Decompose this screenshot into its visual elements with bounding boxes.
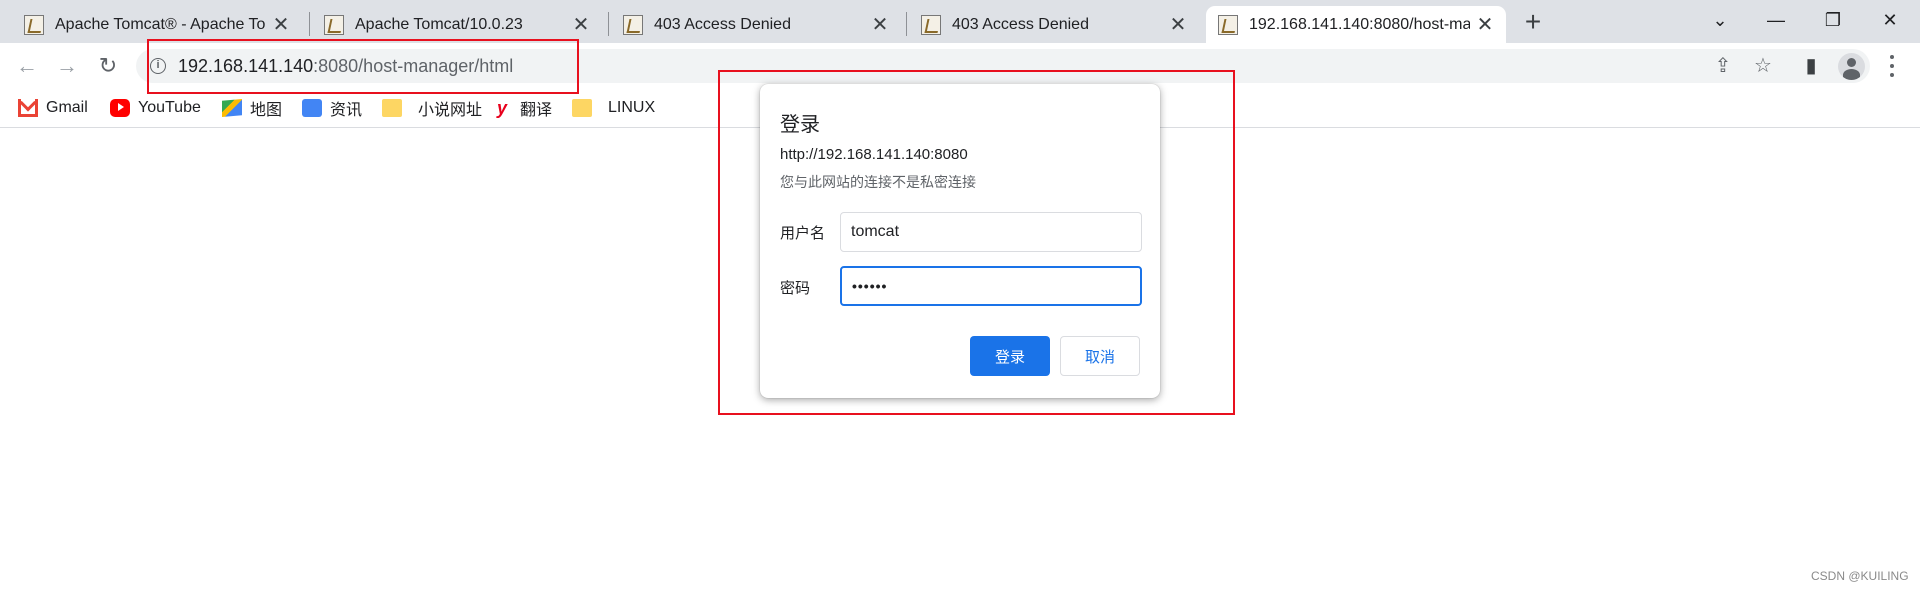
new-tab-button[interactable]: +: [1516, 6, 1550, 40]
bookmark-folder-novels[interactable]: 小说网址: [382, 96, 482, 120]
side-panel-icon[interactable]: ▮: [1798, 53, 1824, 79]
close-tab-icon[interactable]: ✕: [572, 12, 590, 37]
bookmark-label: LINUX: [608, 99, 656, 116]
tab-search-chevron-down-icon[interactable]: ⌄: [1690, 0, 1750, 40]
tomcat-favicon-icon: [324, 14, 344, 35]
bookmark-label: YouTube: [138, 99, 201, 116]
tab-title: 192.168.141.140:8080/host-manager/html: [1249, 15, 1470, 33]
gmail-icon: [18, 99, 38, 117]
bookmark-folder-linux[interactable]: LINUX: [572, 96, 655, 120]
tab-title: 403 Access Denied: [654, 15, 791, 33]
tomcat-favicon-icon: [623, 14, 643, 35]
dialog-highlight-box: [718, 70, 1235, 415]
tab-separator: [309, 12, 310, 36]
tab-title: Apache Tomcat® - Apache Tomcat: [55, 15, 266, 33]
watermark: CSDN @KUILING: [1811, 569, 1909, 583]
bookmark-label: Gmail: [46, 99, 88, 116]
bookmark-maps[interactable]: 地图: [222, 96, 282, 120]
minimize-button[interactable]: —: [1746, 0, 1806, 40]
bookmark-youtube[interactable]: YouTube: [110, 96, 201, 120]
tab-strip: Apache Tomcat® - Apache Tomcat ✕ Apache …: [0, 0, 1920, 43]
maps-icon: [222, 99, 242, 117]
bookmark-news[interactable]: 资讯: [302, 96, 362, 120]
folder-icon: [382, 99, 402, 117]
bookmark-star-icon[interactable]: ☆: [1750, 53, 1776, 79]
url-highlight-box: [147, 39, 579, 94]
tomcat-favicon-icon: [24, 14, 44, 35]
tab-403-access-denied-1[interactable]: 403 Access Denied ✕: [611, 6, 901, 43]
close-tab-icon[interactable]: ✕: [1476, 12, 1494, 37]
profile-avatar[interactable]: [1838, 53, 1865, 80]
bookmark-label: 地图: [250, 102, 283, 119]
tomcat-favicon-icon: [1218, 14, 1238, 35]
bookmark-gmail[interactable]: Gmail: [18, 96, 88, 120]
bookmark-label: 资讯: [330, 102, 363, 119]
close-tab-icon[interactable]: ✕: [871, 12, 889, 37]
share-icon[interactable]: ⇪: [1710, 53, 1736, 79]
close-window-button[interactable]: ✕: [1860, 0, 1920, 40]
back-button[interactable]: ←: [12, 51, 42, 81]
close-tab-icon[interactable]: ✕: [1169, 12, 1187, 37]
tab-apache-tomcat-version[interactable]: Apache Tomcat/10.0.23 ✕: [312, 6, 602, 43]
forward-button[interactable]: →: [52, 51, 82, 81]
tab-title: Apache Tomcat/10.0.23: [355, 15, 523, 33]
tomcat-favicon-icon: [921, 14, 941, 35]
translate-icon: y: [496, 98, 507, 118]
close-tab-icon[interactable]: ✕: [272, 12, 290, 37]
restore-button[interactable]: ❐: [1803, 0, 1863, 40]
bookmark-translate[interactable]: y 翻译: [492, 96, 552, 120]
tab-title: 403 Access Denied: [952, 15, 1089, 33]
tab-separator: [906, 12, 907, 36]
tab-host-manager[interactable]: 192.168.141.140:8080/host-manager/html ✕: [1206, 6, 1506, 43]
tab-403-access-denied-2[interactable]: 403 Access Denied ✕: [909, 6, 1199, 43]
bookmark-label: 翻译: [520, 102, 553, 119]
reload-button[interactable]: ↻: [93, 51, 123, 81]
youtube-icon: [110, 99, 130, 117]
folder-icon: [572, 99, 592, 117]
tab-apache-tomcat-home[interactable]: Apache Tomcat® - Apache Tomcat ✕: [12, 6, 302, 43]
menu-dots-icon[interactable]: [1886, 52, 1898, 80]
bookmark-label: 小说网址: [418, 102, 483, 119]
tab-separator: [608, 12, 609, 36]
news-icon: [302, 99, 322, 117]
